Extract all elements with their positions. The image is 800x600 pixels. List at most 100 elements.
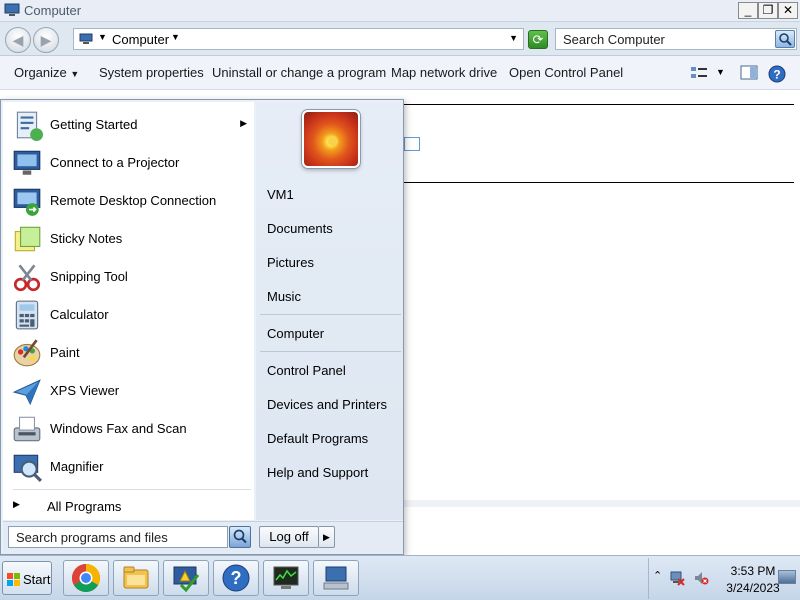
taskbar-admin-tool[interactable] — [163, 560, 209, 596]
program-item-getting-started[interactable]: Getting Started ▶ — [9, 106, 251, 144]
paint-palette-icon — [13, 339, 41, 367]
places-item-computer[interactable]: Computer — [267, 326, 324, 341]
show-desktop-button[interactable] — [778, 570, 796, 584]
calculator-icon — [15, 300, 39, 330]
sticky-notes-icon — [14, 226, 41, 252]
help-icon[interactable]: ? — [768, 65, 786, 83]
submenu-arrow-icon: ▶ — [240, 118, 247, 128]
program-item-label: Remote Desktop Connection — [50, 193, 217, 208]
show-hidden-icons-icon[interactable]: ⌃ — [653, 569, 662, 582]
explorer-folder-icon — [123, 566, 149, 589]
window-title-bar[interactable]: Computer _ ❐ ✕ — [0, 0, 800, 22]
places-item-default-programs[interactable]: Default Programs — [267, 431, 368, 446]
system-properties-button[interactable]: System properties — [99, 65, 204, 80]
svg-text:?: ? — [231, 568, 242, 588]
search-input[interactable]: Search Computer — [555, 28, 797, 50]
clock-time[interactable]: 3:53 PM — [724, 564, 782, 578]
search-icon[interactable] — [775, 30, 795, 48]
search-placeholder: Search Computer — [563, 32, 665, 47]
program-item-label: Paint — [50, 345, 80, 360]
start-menu-places-pane: VM1 Documents Pictures Music Computer Co… — [256, 102, 403, 520]
xps-viewer-icon — [12, 379, 41, 406]
program-item-label: Windows Fax and Scan — [50, 421, 187, 436]
organize-button[interactable]: Organize ▼ — [14, 65, 79, 80]
task-manager-icon — [273, 566, 299, 589]
scissors-icon — [13, 264, 41, 292]
start-button[interactable]: Start — [2, 561, 52, 595]
places-item-help-support[interactable]: Help and Support — [267, 465, 368, 480]
open-control-panel-button[interactable]: Open Control Panel — [509, 65, 623, 80]
back-button[interactable]: ◀ — [5, 27, 31, 53]
taskbar-help[interactable]: ? — [213, 560, 259, 596]
fax-icon — [13, 416, 41, 442]
clock-date[interactable]: 3/24/2023 — [719, 581, 787, 595]
program-item-magnifier[interactable]: Magnifier — [9, 448, 251, 486]
program-item-sticky-notes[interactable]: Sticky Notes — [9, 220, 251, 258]
divider — [13, 489, 251, 490]
start-label: Start — [23, 572, 51, 587]
divider-line — [404, 182, 794, 183]
places-item-documents[interactable]: Documents — [267, 221, 333, 236]
svg-text:?: ? — [773, 68, 780, 82]
refresh-button[interactable]: ⟳ — [528, 30, 548, 49]
program-item-connect-to-a-projector[interactable]: Connect to a Projector — [9, 144, 251, 182]
view-options-icon[interactable] — [690, 65, 708, 80]
places-item-devices-printers[interactable]: Devices and Printers — [267, 397, 387, 412]
places-item-control-panel[interactable]: Control Panel — [267, 363, 346, 378]
program-item-remote-desktop-connection[interactable]: Remote Desktop Connection — [9, 182, 251, 220]
window-title: Computer — [24, 3, 82, 18]
volume-muted-icon[interactable] — [693, 570, 709, 586]
computer-icon — [79, 33, 93, 44]
help-icon: ? — [222, 564, 250, 592]
address-path[interactable]: Computer — [112, 32, 169, 47]
log-off-button[interactable]: Log off — [259, 526, 319, 548]
map-network-drive-button[interactable]: Map network drive — [391, 65, 497, 80]
start-menu-programs-pane: Getting Started ▶ Connect to a Projector Re… — [3, 102, 254, 520]
minimize-button[interactable]: _ — [738, 2, 758, 19]
program-item-label: Magnifier — [50, 459, 104, 474]
uninstall-program-button[interactable]: Uninstall or change a program — [212, 65, 386, 80]
chevron-down-icon[interactable]: ▼ — [716, 67, 725, 77]
arrow-right-icon: ▶ — [13, 499, 20, 509]
start-menu-footer: Search programs and files Log off ▶ — [3, 521, 403, 554]
getting-started-icon — [16, 111, 43, 141]
places-item-vm1[interactable]: VM1 — [267, 187, 294, 202]
places-item-music[interactable]: Music — [267, 289, 301, 304]
program-item-label: Sticky Notes — [50, 231, 123, 246]
program-item-windows-fax-and-scan[interactable]: Windows Fax and Scan — [9, 410, 251, 448]
preview-pane-icon[interactable] — [740, 65, 758, 80]
computer-icon — [4, 3, 20, 16]
program-item-label: Getting Started — [50, 117, 138, 132]
taskbar-chrome[interactable] — [63, 560, 109, 596]
address-dropdown-icon[interactable]: ▼ — [509, 33, 518, 43]
address-row: ◀ ▶ ▼ Computer ▼ ▼ ⟳ Search Computer — [0, 22, 800, 56]
taskbar: Start ? ⌃ 3:53 PM 3/24/2023 — [0, 555, 800, 600]
search-icon[interactable] — [229, 526, 251, 548]
taskbar-explorer[interactable] — [113, 560, 159, 596]
program-item-calculator[interactable]: Calculator — [9, 296, 251, 334]
taskbar-network-computer[interactable] — [313, 560, 359, 596]
forward-button[interactable]: ▶ — [33, 27, 59, 53]
address-bar[interactable]: ▼ Computer ▼ ▼ — [73, 28, 524, 50]
shutdown-options-arrow[interactable]: ▶ — [319, 526, 335, 548]
program-item-snipping-tool[interactable]: Snipping Tool — [9, 258, 251, 296]
divider — [260, 351, 401, 352]
details-pane-divider — [404, 500, 800, 507]
windows-flag-icon — [7, 573, 20, 586]
program-item-paint[interactable]: Paint — [9, 334, 251, 372]
maximize-button[interactable]: ❐ — [758, 2, 778, 19]
admin-tool-icon — [173, 566, 200, 593]
chevron-down-icon[interactable]: ▼ — [171, 32, 180, 42]
taskbar-task-manager[interactable] — [263, 560, 309, 596]
close-button[interactable]: ✕ — [778, 2, 798, 19]
all-programs-button[interactable]: ▶ All Programs — [11, 494, 251, 518]
places-item-pictures[interactable]: Pictures — [267, 255, 314, 270]
network-disconnected-icon[interactable] — [669, 570, 685, 586]
program-item-xps-viewer[interactable]: XPS Viewer — [9, 372, 251, 410]
network-computer-icon — [323, 566, 349, 590]
user-picture-avatar[interactable] — [302, 110, 360, 168]
selection-rectangle — [404, 137, 420, 151]
divider-line — [404, 104, 794, 105]
search-programs-input[interactable]: Search programs and files — [8, 526, 228, 548]
chevron-down-icon[interactable]: ▼ — [98, 32, 107, 42]
